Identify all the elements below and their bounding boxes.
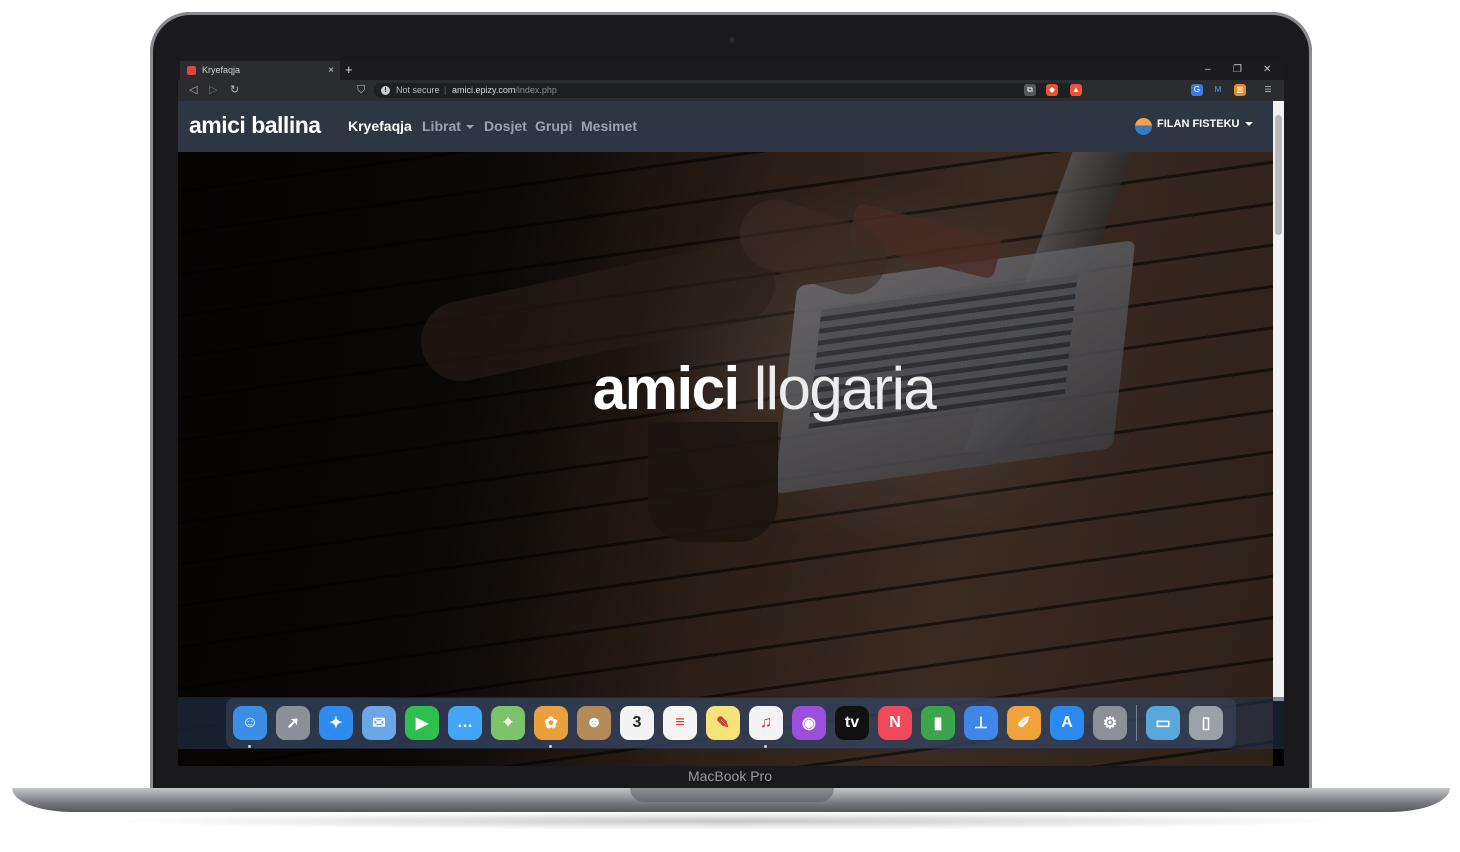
scrollbar-thumb[interactable] bbox=[1275, 115, 1282, 235]
forward-icon[interactable]: ▷ bbox=[209, 83, 217, 98]
menu-icon[interactable]: ☰ bbox=[1262, 84, 1274, 96]
close-window-button[interactable]: ✕ bbox=[1263, 61, 1271, 79]
laptop-notch bbox=[630, 788, 834, 802]
screen: Kryefaqja × + – ❐ ✕ ◁ ▷ ↻ ⛉ ! Not secure… bbox=[178, 61, 1284, 766]
downloads-folder-icon[interactable]: ▭ bbox=[1146, 706, 1180, 740]
launchpad-icon[interactable]: ➚ bbox=[276, 706, 310, 740]
appletv-icon[interactable]: tv bbox=[835, 706, 869, 740]
laptop-shadow bbox=[100, 812, 1360, 830]
reminders-icon[interactable]: ≡ bbox=[663, 706, 697, 740]
brand-logo[interactable]: amici ballina bbox=[189, 112, 321, 139]
messages-icon[interactable]: … bbox=[448, 706, 482, 740]
extension-chart-icon[interactable]: ▥ bbox=[1234, 84, 1246, 96]
safari-icon[interactable]: ✦ bbox=[319, 706, 353, 740]
info-icon[interactable]: ! bbox=[381, 86, 390, 95]
dock-separator bbox=[1136, 705, 1137, 741]
device-label: MacBook Pro bbox=[687, 768, 773, 784]
nav-kryefaqja[interactable]: Kryefaqja bbox=[348, 118, 412, 134]
security-label: Not secure bbox=[396, 85, 440, 95]
nav-librat[interactable]: Librat bbox=[422, 118, 474, 134]
page-scrollbar[interactable] bbox=[1273, 101, 1284, 701]
reload-icon[interactable]: ↻ bbox=[230, 83, 239, 98]
dock-running-indicator bbox=[549, 745, 552, 748]
brave-rewards-icon[interactable]: ▲ bbox=[1070, 84, 1082, 96]
facetime-icon[interactable]: ▶ bbox=[405, 706, 439, 740]
photos-icon[interactable]: ✿ bbox=[534, 706, 568, 740]
trash-icon[interactable]: ▯ bbox=[1189, 706, 1223, 740]
tab-kryefaqja[interactable]: Kryefaqja × bbox=[180, 61, 340, 80]
chevron-down-icon bbox=[1244, 122, 1253, 127]
hero-banner: amici llogaria bbox=[178, 152, 1273, 766]
minimize-button[interactable]: – bbox=[1205, 61, 1211, 79]
camera bbox=[729, 37, 735, 43]
notes-icon[interactable]: ✎ bbox=[706, 706, 740, 740]
avatar[interactable] bbox=[1135, 118, 1152, 135]
chevron-down-icon bbox=[465, 125, 474, 130]
translate-icon[interactable]: ⧉ bbox=[1024, 84, 1036, 96]
site-navbar: amici ballina Kryefaqja Librat Dosjet Gr… bbox=[178, 101, 1284, 152]
nav-grupi[interactable]: Grupi bbox=[535, 118, 572, 134]
hero-bg-mug bbox=[648, 422, 778, 542]
calendar-icon[interactable]: 3 bbox=[620, 706, 654, 740]
maximize-button[interactable]: ❐ bbox=[1233, 61, 1242, 79]
maps-icon[interactable]: ⌖ bbox=[491, 706, 525, 740]
keynote-icon[interactable]: ⊥ bbox=[964, 706, 998, 740]
brave-shields-icon[interactable]: ◆ bbox=[1046, 84, 1058, 96]
user-menu[interactable]: FILAN FISTEKU bbox=[1157, 118, 1253, 130]
hero-title: amici llogaria bbox=[592, 355, 937, 422]
close-tab-icon[interactable]: × bbox=[328, 61, 334, 80]
nav-mesimet[interactable]: Mesimet bbox=[581, 118, 637, 134]
url-text: amici.epizy.com/index.php bbox=[452, 85, 557, 95]
numbers-icon[interactable]: ▮ bbox=[921, 706, 955, 740]
dock-running-indicator bbox=[764, 745, 767, 748]
google-translate-icon[interactable]: G bbox=[1191, 84, 1203, 96]
address-bar[interactable]: ! Not secure | amici.epizy.com/index.php bbox=[374, 83, 1074, 98]
favicon-icon bbox=[187, 66, 196, 75]
contacts-icon[interactable]: ☻ bbox=[577, 706, 611, 740]
system-preferences-icon[interactable]: ⚙ bbox=[1093, 706, 1127, 740]
back-icon[interactable]: ◁ bbox=[189, 83, 197, 98]
bookmark-icon[interactable]: ⛉ bbox=[357, 83, 365, 98]
music-icon[interactable]: ♫ bbox=[749, 706, 783, 740]
browser-toolbar: ◁ ▷ ↻ ⛉ ! Not secure | amici.epizy.com/i… bbox=[178, 80, 1284, 101]
new-tab-button[interactable]: + bbox=[345, 61, 353, 79]
mail-icon[interactable]: ✉ bbox=[362, 706, 396, 740]
appstore-icon[interactable]: A bbox=[1050, 706, 1084, 740]
extension-m-icon[interactable]: M bbox=[1212, 84, 1224, 96]
pages-icon[interactable]: ✐ bbox=[1007, 706, 1041, 740]
dock-running-indicator bbox=[248, 745, 251, 748]
url-separator: | bbox=[444, 85, 447, 95]
news-icon[interactable]: N bbox=[878, 706, 912, 740]
finder-icon[interactable]: ☺ bbox=[233, 706, 267, 740]
tab-strip: Kryefaqja × + – ❐ ✕ bbox=[178, 61, 1284, 80]
podcasts-icon[interactable]: ◉ bbox=[792, 706, 826, 740]
nav-dosjet[interactable]: Dosjet bbox=[484, 118, 527, 134]
tab-title: Kryefaqja bbox=[202, 65, 241, 75]
